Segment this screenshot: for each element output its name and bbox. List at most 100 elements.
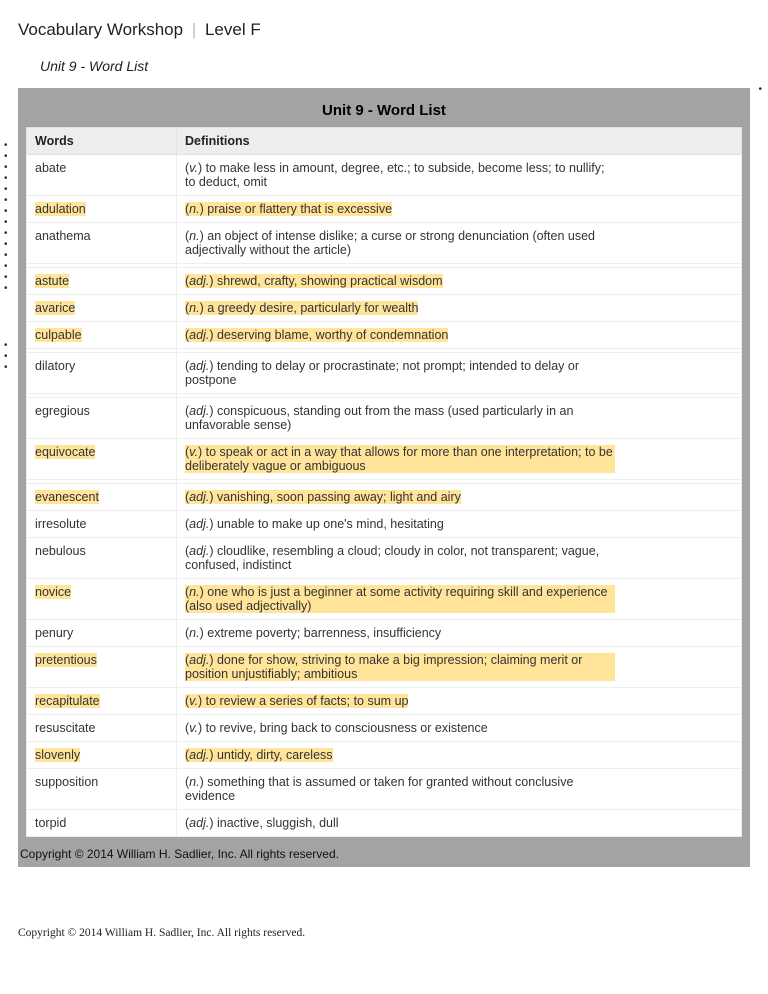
- word-cell: resuscitate: [27, 715, 177, 742]
- word-cell: irresolute: [27, 511, 177, 538]
- definition: (v.) to review a series of facts; to sum…: [185, 694, 408, 708]
- definition-cell: (adj.) untidy, dirty, careless: [177, 742, 742, 769]
- part-of-speech: adj.: [189, 517, 209, 531]
- part-of-speech: adj.: [189, 404, 209, 418]
- word-cell: recapitulate: [27, 688, 177, 715]
- word: torpid: [35, 816, 66, 830]
- definition: (adj.) conspicuous, standing out from th…: [185, 404, 615, 432]
- table-row: avarice(n.) a greedy desire, particularl…: [27, 295, 742, 322]
- word: recapitulate: [35, 694, 100, 708]
- part-of-speech: n.: [189, 626, 199, 640]
- definition: (adj.) shrewd, crafty, showing practical…: [185, 274, 443, 288]
- word: abate: [35, 161, 66, 175]
- definition: (adj.) cloudlike, resembling a cloud; cl…: [185, 544, 615, 572]
- definition-cell: (v.) to make less in amount, degree, etc…: [177, 155, 742, 196]
- word: pretentious: [35, 653, 97, 667]
- word-list-panel: Unit 9 - Word List Words Definitions aba…: [18, 88, 750, 867]
- definition: (adj.) done for show, striving to make a…: [185, 653, 615, 681]
- table-row: egregious (adj.) conspicuous, standing ou…: [27, 398, 742, 439]
- word: egregious: [35, 404, 90, 418]
- word-cell: abate: [27, 155, 177, 196]
- definition: (n.) an object of intense dislike; a cur…: [185, 229, 615, 257]
- vocab-table: Words Definitions abate (v.) to make less…: [26, 127, 742, 837]
- table-row: abate (v.) to make less in amount, degree…: [27, 155, 742, 196]
- definition-cell: (adj.) done for show, striving to make a…: [177, 647, 742, 688]
- word: anathema: [35, 229, 91, 243]
- word-cell: equivocate: [27, 439, 177, 480]
- table-row: supposition (n.) something that is assume…: [27, 769, 742, 810]
- col-header-words: Words: [27, 128, 177, 155]
- table-row: recapitulate (v.) to review a series of f…: [27, 688, 742, 715]
- definition: (adj.) untidy, dirty, careless: [185, 748, 333, 762]
- word-cell: dilatory: [27, 353, 177, 394]
- table-row: anathema (n.) an object of intense dislik…: [27, 223, 742, 264]
- part-of-speech: v.: [189, 721, 198, 735]
- part-of-speech: adj.: [189, 328, 209, 342]
- part-of-speech: n.: [189, 585, 199, 599]
- word-cell: slovenly: [27, 742, 177, 769]
- table-row: penury (n.) extreme poverty; barrenness, …: [27, 620, 742, 647]
- word: adulation: [35, 202, 86, 216]
- part-of-speech: adj.: [189, 359, 209, 373]
- definition-cell: (adj.) shrewd, crafty, showing practical…: [177, 268, 742, 295]
- definition-cell: (adj.) inactive, sluggish, dull: [177, 810, 742, 837]
- definition: (n.) praise or flattery that is excessiv…: [185, 202, 392, 216]
- definition-cell: (adj.) cloudlike, resembling a cloud; cl…: [177, 538, 742, 579]
- word-cell: avarice: [27, 295, 177, 322]
- part-of-speech: n.: [189, 775, 199, 789]
- word: penury: [35, 626, 73, 640]
- definition: (adj.) unable to make up one's mind, hes…: [185, 517, 444, 531]
- word-cell: evanescent: [27, 484, 177, 511]
- col-header-definitions: Definitions: [177, 128, 742, 155]
- bullet-markers-left: •••: [4, 340, 8, 373]
- definition: (n.) extreme poverty; barrenness, insuff…: [185, 626, 441, 640]
- word: resuscitate: [35, 721, 95, 735]
- definition-cell: (adj.) conspicuous, standing out from th…: [177, 398, 742, 439]
- word: irresolute: [35, 517, 86, 531]
- level-name: Level F: [205, 20, 261, 39]
- table-row: dilatory (adj.) tending to delay or procr…: [27, 353, 742, 394]
- word: slovenly: [35, 748, 80, 762]
- product-name: Vocabulary Workshop: [18, 20, 183, 39]
- part-of-speech: adj.: [189, 816, 209, 830]
- definition: (adj.) inactive, sluggish, dull: [185, 816, 339, 830]
- page-title: Vocabulary Workshop | Level F: [18, 20, 750, 40]
- definition-cell: (adj.) deserving blame, worthy of condem…: [177, 322, 742, 349]
- table-row: resuscitate (v.) to revive, bring back to…: [27, 715, 742, 742]
- word-cell: supposition: [27, 769, 177, 810]
- part-of-speech: n.: [189, 229, 199, 243]
- word-cell: egregious: [27, 398, 177, 439]
- definition: (v.) to make less in amount, degree, etc…: [185, 161, 615, 189]
- table-row: nebulous (adj.) cloudlike, resembling a c…: [27, 538, 742, 579]
- inner-copyright: Copyright © 2014 William H. Sadlier, Inc…: [18, 847, 339, 861]
- table-row: irresolute (adj.) unable to make up one's…: [27, 511, 742, 538]
- part-of-speech: n.: [189, 301, 199, 315]
- definition: (n.) something that is assumed or taken …: [185, 775, 615, 803]
- definition-cell: (adj.) unable to make up one's mind, hes…: [177, 511, 742, 538]
- part-of-speech: adj.: [189, 544, 209, 558]
- word: equivocate: [35, 445, 95, 459]
- part-of-speech: v.: [189, 161, 198, 175]
- definition: (adj.) tending to delay or procrastinate…: [185, 359, 615, 387]
- table-row: astute (adj.) shrewd, crafty, showing pra…: [27, 268, 742, 295]
- definition-cell: (n.) extreme poverty; barrenness, insuff…: [177, 620, 742, 647]
- word-cell: pretentious: [27, 647, 177, 688]
- word: dilatory: [35, 359, 75, 373]
- word: novice: [35, 585, 71, 599]
- word-cell: nebulous: [27, 538, 177, 579]
- definition: (adj.) deserving blame, worthy of condem…: [185, 328, 448, 342]
- definition-cell: (adj.) vanishing, soon passing away; lig…: [177, 484, 742, 511]
- part-of-speech: adj.: [189, 748, 209, 762]
- word-cell: novice: [27, 579, 177, 620]
- definition: (v.) to revive, bring back to consciousn…: [185, 721, 488, 735]
- definition-cell: (adj.) tending to delay or procrastinate…: [177, 353, 742, 394]
- bullet-marker: •: [758, 84, 762, 95]
- word-cell: adulation: [27, 196, 177, 223]
- word-cell: anathema: [27, 223, 177, 264]
- word: avarice: [35, 301, 75, 315]
- word-cell: penury: [27, 620, 177, 647]
- word: astute: [35, 274, 69, 288]
- definition-cell: (n.) praise or flattery that is excessiv…: [177, 196, 742, 223]
- word-cell: torpid: [27, 810, 177, 837]
- table-row: novice(n.) one who is just a beginner at…: [27, 579, 742, 620]
